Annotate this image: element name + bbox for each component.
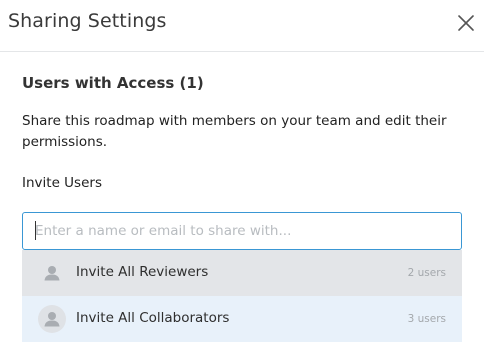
invite-suggestions-dropdown: Invite All Reviewers 2 users Invite All … <box>22 250 462 344</box>
option-label: Invite All Collaborators <box>76 310 230 326</box>
option-user-count: 2 users <box>407 267 446 279</box>
user-group-icon <box>44 312 60 327</box>
close-button[interactable] <box>455 12 477 34</box>
dialog-header: Sharing Settings <box>0 0 484 52</box>
option-label: Invite All Reviewers <box>76 264 209 280</box>
invite-all-collaborators-option[interactable]: Invite All Collaborators 3 users <box>22 296 462 342</box>
dialog-title: Sharing Settings <box>8 10 167 32</box>
access-description: Share this roadmap with members on your … <box>22 113 447 150</box>
invite-all-reviewers-option[interactable]: Invite All Reviewers 2 users <box>22 250 462 296</box>
users-with-access-heading: Users with Access (1) <box>22 74 204 92</box>
invite-search-input[interactable] <box>22 212 462 250</box>
close-icon <box>458 15 474 31</box>
avatar <box>38 305 66 333</box>
invite-users-label: Invite Users <box>22 175 102 191</box>
text-caret <box>35 221 36 240</box>
user-group-icon <box>44 266 60 281</box>
option-user-count: 3 users <box>407 313 446 325</box>
sharing-settings-dialog: Sharing Settings Users with Access (1) S… <box>0 0 484 344</box>
avatar <box>38 259 66 287</box>
